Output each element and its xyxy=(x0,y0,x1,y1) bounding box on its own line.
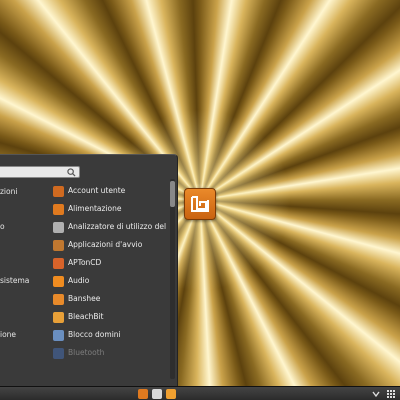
app-label: Alimentazione xyxy=(68,204,122,213)
app-item-aptoncd[interactable]: APTonCD xyxy=(53,257,168,271)
bleachbit-icon xyxy=(53,312,64,323)
app-item-bluetooth[interactable]: Bluetooth xyxy=(53,347,168,361)
search-icon xyxy=(67,168,76,177)
app-label: Bluetooth xyxy=(68,348,105,357)
account-users-icon xyxy=(53,186,64,197)
app-label: Banshee xyxy=(68,294,101,303)
category-list: zioni o sistema ione xyxy=(0,155,50,387)
app-item-audio[interactable]: Audio xyxy=(53,275,168,289)
app-item-banshee[interactable]: Banshee xyxy=(53,293,168,307)
app-label: Analizzatore di utilizzo del dis xyxy=(68,222,168,231)
app-item-applicazioni-avvio[interactable]: Applicazioni d'avvio xyxy=(53,239,168,253)
app-item-analizzatore[interactable]: Analizzatore di utilizzo del dis xyxy=(53,221,168,235)
category-item[interactable]: o xyxy=(0,222,5,231)
files-launcher-icon[interactable] xyxy=(166,389,176,399)
app-item-account-utente[interactable]: Account utente xyxy=(53,185,168,199)
startup-apps-icon xyxy=(53,240,64,251)
bluetooth-icon xyxy=(53,348,64,359)
app-label: BleachBit xyxy=(68,312,104,321)
category-item[interactable]: ione xyxy=(0,330,16,339)
application-list: Account utente Alimentazione Analizzator… xyxy=(53,185,168,385)
audio-icon xyxy=(53,276,64,287)
power-icon xyxy=(53,204,64,215)
category-item[interactable]: sistema xyxy=(0,276,29,285)
domain-block-icon xyxy=(53,330,64,341)
category-item[interactable]: zioni xyxy=(0,187,17,196)
banshee-icon xyxy=(53,294,64,305)
chevron-down-icon[interactable] xyxy=(371,389,381,399)
app-label: Audio xyxy=(68,276,90,285)
app-item-blocco-domini[interactable]: Blocco domini xyxy=(53,329,168,343)
linux-mint-logo-icon[interactable] xyxy=(184,188,216,220)
app-list-scrollbar[interactable] xyxy=(170,179,175,379)
app-item-alimentazione[interactable]: Alimentazione xyxy=(53,203,168,217)
aptoncd-icon xyxy=(53,258,64,269)
scrollbar-thumb[interactable] xyxy=(170,181,175,207)
app-label: Account utente xyxy=(68,186,126,195)
app-label: Applicazioni d'avvio xyxy=(68,240,143,249)
disk-analyzer-icon xyxy=(53,222,64,233)
terminal-launcher-icon[interactable] xyxy=(152,389,162,399)
app-label: Blocco domini xyxy=(68,330,121,339)
application-menu: zioni o sistema ione Account utente Alim… xyxy=(0,154,178,386)
bottom-panel xyxy=(0,386,400,400)
app-label: APTonCD xyxy=(68,258,102,267)
app-item-bleachbit[interactable]: BleachBit xyxy=(53,311,168,325)
network-grid-icon[interactable] xyxy=(386,389,396,399)
mintmenu-launcher-icon[interactable] xyxy=(138,389,148,399)
mint-leaf-icon xyxy=(191,196,209,212)
